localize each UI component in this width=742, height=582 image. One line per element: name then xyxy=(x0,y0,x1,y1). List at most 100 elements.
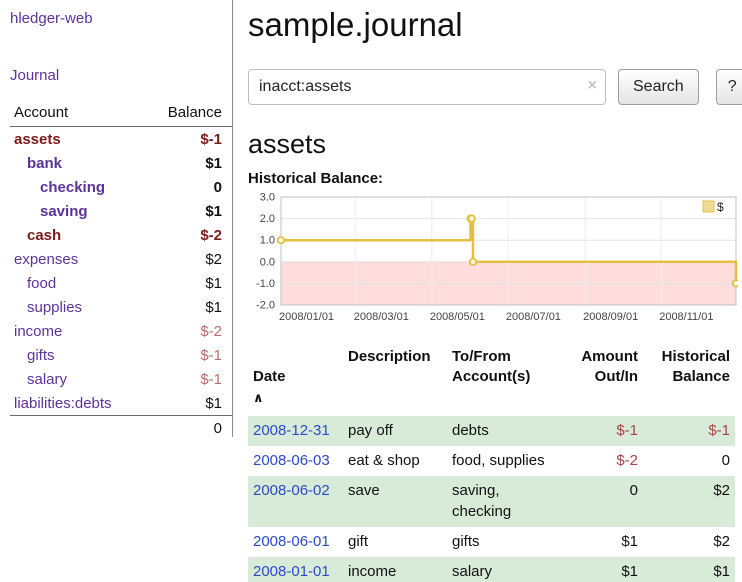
transaction-accounts: debts xyxy=(447,416,575,446)
account-total-row: 0 xyxy=(10,415,232,437)
account-balance: $1 xyxy=(205,203,222,220)
account-balance: $1 xyxy=(205,395,222,412)
account-row: supplies $1 xyxy=(10,295,232,319)
register-row: 2008-12-31pay offdebts$-1$-1 xyxy=(248,416,735,446)
account-link[interactable]: saving xyxy=(10,203,88,220)
account-row: salary $-1 xyxy=(10,367,232,391)
transaction-date-cell: 2008-01-01 xyxy=(248,557,343,582)
account-link[interactable]: food xyxy=(10,275,56,292)
svg-text:2008/07/01: 2008/07/01 xyxy=(506,311,561,323)
app-title-link[interactable]: hledger-web xyxy=(10,10,93,27)
svg-text:2008/11/01: 2008/11/01 xyxy=(659,311,713,323)
data-point-marker xyxy=(469,215,475,221)
account-row: expenses $2 xyxy=(10,247,232,271)
hledger-web-app: hledger-web Journal Account Balance asse… xyxy=(0,0,742,582)
svg-text:-2.0: -2.0 xyxy=(256,300,275,312)
account-balance: $-1 xyxy=(200,131,222,148)
transaction-date-link[interactable]: 2008-06-01 xyxy=(253,533,330,550)
account-link[interactable]: income xyxy=(10,323,62,340)
account-link[interactable]: expenses xyxy=(10,251,78,268)
register-row: 2008-06-01 giftgifts$1$2 xyxy=(248,527,735,557)
account-row: saving $1 xyxy=(10,199,232,223)
transaction-date-cell: 2008-06-03 xyxy=(248,446,343,476)
transaction-date-link[interactable]: 2008-06-02 xyxy=(253,482,330,499)
transaction-accounts: salary xyxy=(447,557,575,582)
transaction-amount: $-2 xyxy=(575,446,643,476)
account-balance: $-2 xyxy=(200,227,222,244)
account-rows: assets $-1 bank $1 checking 0 saving $1 cash $-2 e… xyxy=(10,127,232,415)
transaction-description: pay off xyxy=(343,416,447,446)
account-link[interactable]: checking xyxy=(10,179,105,196)
svg-text:-1.0: -1.0 xyxy=(256,278,275,290)
column-header-date[interactable]: Date ∧ xyxy=(248,345,343,416)
account-row: cash $-2 xyxy=(10,223,232,247)
column-header-description: Description xyxy=(343,345,447,416)
register-row: 2008-01-01incomesalary$1$1 xyxy=(248,557,735,582)
data-point-marker xyxy=(278,237,284,243)
journal-nav-link[interactable]: Journal xyxy=(10,67,59,84)
transaction-date-link[interactable]: 2008-12-31 xyxy=(253,422,330,439)
journal-nav: Journal xyxy=(10,67,232,84)
clear-search-icon[interactable]: × xyxy=(588,78,597,94)
data-point-marker xyxy=(733,280,738,286)
account-balance: $2 xyxy=(205,251,222,268)
transaction-date-cell: 2008-06-01 xyxy=(248,527,343,557)
account-link[interactable]: bank xyxy=(10,155,62,172)
account-link[interactable]: liabilities:debts xyxy=(10,395,112,412)
account-balance: $-1 xyxy=(200,347,222,364)
search-button[interactable]: Search xyxy=(618,69,699,105)
transaction-description: eat & shop xyxy=(343,446,447,476)
account-link[interactable]: supplies xyxy=(10,299,82,316)
account-tree: Account Balance assets$-1bank$1checking0… xyxy=(10,104,232,437)
transaction-description: income xyxy=(343,557,447,582)
transaction-balance: $2 xyxy=(643,527,735,557)
sidebar: hledger-web Journal Account Balance asse… xyxy=(0,0,233,437)
main-content: sample.journal × Search ? assets Histori… xyxy=(248,0,742,582)
column-header-amount: Amount Out/In xyxy=(575,345,643,416)
account-row: gifts $-1 xyxy=(10,343,232,367)
transaction-description: gift xyxy=(343,527,447,557)
legend-label: $ xyxy=(717,200,724,214)
transaction-accounts: gifts xyxy=(447,527,575,557)
register-table: Date ∧ Description To/From Account(s) Am… xyxy=(248,345,735,582)
column-header-balance: Historical Balance xyxy=(643,345,735,416)
total-balance: 0 xyxy=(214,420,222,437)
svg-text:1.0: 1.0 xyxy=(260,235,275,247)
account-link[interactable]: salary xyxy=(10,371,67,388)
help-button[interactable]: ? xyxy=(716,69,742,105)
svg-text:2.0: 2.0 xyxy=(260,213,275,225)
account-row: liabilities:debts $1 xyxy=(10,391,232,415)
register-row: 2008-06-03eat & shopfood, supplies$-20 xyxy=(248,446,735,476)
transaction-date-link[interactable]: 2008-06-03 xyxy=(253,452,330,469)
data-point-marker xyxy=(470,259,476,265)
account-balance: 0 xyxy=(214,179,222,196)
account-balance: $1 xyxy=(205,155,222,172)
svg-text:2008/05/01: 2008/05/01 xyxy=(430,311,485,323)
search-input[interactable] xyxy=(248,69,606,105)
app-title: hledger-web xyxy=(10,10,232,27)
account-row: assets $-1 xyxy=(10,127,232,151)
transaction-amount: $1 xyxy=(575,527,643,557)
transaction-balance: 0 xyxy=(643,446,735,476)
account-balance: $1 xyxy=(205,299,222,316)
column-header-accounts: To/From Account(s) xyxy=(447,345,575,416)
account-row: food$1 xyxy=(10,271,232,295)
transaction-balance: $1 xyxy=(643,557,735,582)
account-link[interactable]: cash xyxy=(10,227,61,244)
sort-asc-icon: ∧ xyxy=(253,390,264,405)
account-row: income$-2 xyxy=(10,319,232,343)
transaction-date-cell: 2008-12-31 xyxy=(248,416,343,446)
account-row: checking 0 xyxy=(10,175,232,199)
account-link[interactable]: assets xyxy=(10,131,61,148)
transaction-amount: $1 xyxy=(575,557,643,582)
legend-swatch xyxy=(703,201,714,212)
transaction-balance: $-1 xyxy=(643,416,735,446)
page-title: sample.journal xyxy=(248,6,742,44)
account-link[interactable]: gifts xyxy=(10,347,55,364)
register-row: 2008-06-02savesaving, checking0$2 xyxy=(248,476,735,527)
account-heading: assets xyxy=(248,129,742,160)
account-column-label: Account xyxy=(14,104,68,121)
account-balance: $-1 xyxy=(200,371,222,388)
date-header-label: Date xyxy=(253,368,286,385)
transaction-date-link[interactable]: 2008-01-01 xyxy=(253,563,330,580)
